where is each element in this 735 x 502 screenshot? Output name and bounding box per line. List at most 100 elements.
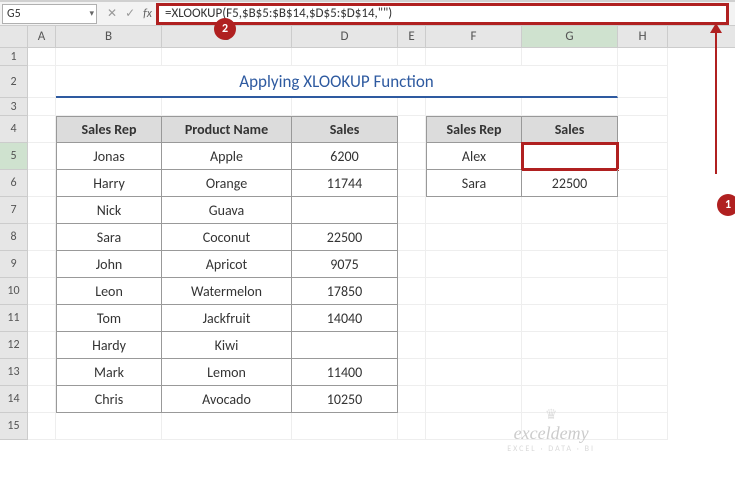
row-header[interactable]: 3 xyxy=(0,98,28,116)
table-cell[interactable]: Lemon xyxy=(162,359,292,386)
table-cell[interactable]: Hardy xyxy=(56,332,162,359)
name-box[interactable]: G5 ▾ xyxy=(2,4,97,24)
cell[interactable] xyxy=(618,48,668,66)
table-cell[interactable]: 14040 xyxy=(292,305,398,332)
row-15: 15 xyxy=(0,413,735,440)
selected-cell-G5[interactable] xyxy=(522,143,618,170)
page-title[interactable]: Applying XLOOKUP Function xyxy=(56,66,618,98)
lookup-cell[interactable]: 22500 xyxy=(522,170,618,197)
table-cell[interactable]: 9075 xyxy=(292,251,398,278)
spreadsheet-grid[interactable]: 1 A B C D E F G H 1 2 Applying XLOOKUP F… xyxy=(0,26,735,440)
row-7: 7 Nick Guava xyxy=(0,197,735,224)
row-9: 9 John Apricot 9075 xyxy=(0,251,735,278)
table-cell[interactable]: 10250 xyxy=(292,386,398,413)
cell[interactable] xyxy=(162,48,292,66)
row-10: 10 Leon Watermelon 17850 xyxy=(0,278,735,305)
row-header[interactable]: 7 xyxy=(0,197,28,224)
header-sales[interactable]: Sales xyxy=(292,116,398,143)
row-header[interactable]: 12 xyxy=(0,332,28,359)
annotation-badge-1: 1 xyxy=(717,194,735,216)
table-cell[interactable]: 17850 xyxy=(292,278,398,305)
crown-icon: ♛ xyxy=(507,406,595,423)
cell[interactable] xyxy=(292,48,398,66)
table-cell[interactable]: Jackfruit xyxy=(162,305,292,332)
col-header-G[interactable]: G xyxy=(522,26,618,47)
table-cell[interactable]: Guava xyxy=(162,197,292,224)
row-header[interactable]: 4 xyxy=(0,116,28,143)
annotation-arrow-line xyxy=(715,28,717,174)
cell[interactable] xyxy=(522,48,618,66)
formula-bar-row: G5 ▾ ✕ ✓ fx =XLOOKUP(F5,$B$5:$B$14,$D$5:… xyxy=(0,2,735,26)
table-cell[interactable]: 11744 xyxy=(292,170,398,197)
column-headers: A B C D E F G H xyxy=(0,26,735,48)
row-14: 14 Chris Avocado 10250 xyxy=(0,386,735,413)
row-13: 13 Mark Lemon 11400 xyxy=(0,359,735,386)
table-cell[interactable] xyxy=(292,332,398,359)
table-cell[interactable]: Tom xyxy=(56,305,162,332)
row-2: 2 Applying XLOOKUP Function xyxy=(0,66,735,98)
lookup-cell[interactable]: Sara xyxy=(426,170,522,197)
table-cell[interactable]: Leon xyxy=(56,278,162,305)
watermark-subtitle: EXCEL · DATA · BI xyxy=(507,444,595,454)
table-cell[interactable]: Watermelon xyxy=(162,278,292,305)
cell[interactable] xyxy=(426,48,522,66)
table-cell[interactable]: Kiwi xyxy=(162,332,292,359)
table-cell[interactable]: Apricot xyxy=(162,251,292,278)
row-5: 5 Jonas Apple 6200 Alex xyxy=(0,143,735,170)
table-cell[interactable]: Nick xyxy=(56,197,162,224)
row-header[interactable]: 15 xyxy=(0,413,28,440)
cell[interactable] xyxy=(56,48,162,66)
col-header-H[interactable]: H xyxy=(618,26,668,47)
row-header[interactable]: 8 xyxy=(0,224,28,251)
table-cell[interactable]: Coconut xyxy=(162,224,292,251)
row-11: 11 Tom Jackfruit 14040 xyxy=(0,305,735,332)
header-product[interactable]: Product Name xyxy=(162,116,292,143)
row-header[interactable]: 13 xyxy=(0,359,28,386)
col-header-D[interactable]: D xyxy=(292,26,398,47)
row-header[interactable]: 9 xyxy=(0,251,28,278)
annotation-arrow-head-icon xyxy=(710,23,722,33)
col-header-E[interactable]: E xyxy=(398,26,426,47)
table-cell[interactable]: 11400 xyxy=(292,359,398,386)
fx-label[interactable]: fx xyxy=(143,7,152,21)
table-cell[interactable] xyxy=(292,197,398,224)
lookup-header-sales[interactable]: Sales xyxy=(522,116,618,143)
formula-bar[interactable]: =XLOOKUP(F5,$B$5:$B$14,$D$5:$D$14,"") xyxy=(156,3,729,25)
cell[interactable] xyxy=(28,66,56,98)
row-header[interactable]: 1 xyxy=(0,48,28,66)
col-header-A[interactable]: A xyxy=(28,26,56,47)
annotation-badge-2: 2 xyxy=(214,18,236,40)
lookup-header-rep[interactable]: Sales Rep xyxy=(426,116,522,143)
cell[interactable] xyxy=(28,48,56,66)
col-header-F[interactable]: F xyxy=(426,26,522,47)
table-cell[interactable]: Harry xyxy=(56,170,162,197)
table-cell[interactable]: Avocado xyxy=(162,386,292,413)
col-header-B[interactable]: B xyxy=(56,26,162,47)
table-cell[interactable]: Mark xyxy=(56,359,162,386)
accept-icon[interactable]: ✓ xyxy=(125,6,135,21)
cancel-icon[interactable]: ✕ xyxy=(107,6,117,21)
table-cell[interactable]: John xyxy=(56,251,162,278)
row-3: 3 xyxy=(0,98,735,116)
row-header[interactable]: 11 xyxy=(0,305,28,332)
table-cell[interactable]: Orange xyxy=(162,170,292,197)
table-cell[interactable]: 6200 xyxy=(292,143,398,170)
table-cell[interactable]: Apple xyxy=(162,143,292,170)
formula-text: =XLOOKUP(F5,$B$5:$B$14,$D$5:$D$14,"") xyxy=(165,6,392,21)
table-cell[interactable]: 22500 xyxy=(292,224,398,251)
header-sales-rep[interactable]: Sales Rep xyxy=(56,116,162,143)
table-cell[interactable]: Jonas xyxy=(56,143,162,170)
cell[interactable] xyxy=(618,66,668,98)
cell[interactable] xyxy=(398,48,426,66)
row-6: 6 Harry Orange 11744 Sara 22500 xyxy=(0,170,735,197)
lookup-cell[interactable]: Alex xyxy=(426,143,522,170)
row-header[interactable]: 5 xyxy=(0,143,28,170)
select-all-corner[interactable] xyxy=(0,26,28,47)
row-header[interactable]: 6 xyxy=(0,170,28,197)
table-cell[interactable]: Chris xyxy=(56,386,162,413)
row-header[interactable]: 10 xyxy=(0,278,28,305)
table-cell[interactable]: Sara xyxy=(56,224,162,251)
row-header[interactable]: 2 xyxy=(0,66,28,98)
row-header[interactable]: 14 xyxy=(0,386,28,413)
name-box-dropdown-icon[interactable]: ▾ xyxy=(89,8,94,19)
